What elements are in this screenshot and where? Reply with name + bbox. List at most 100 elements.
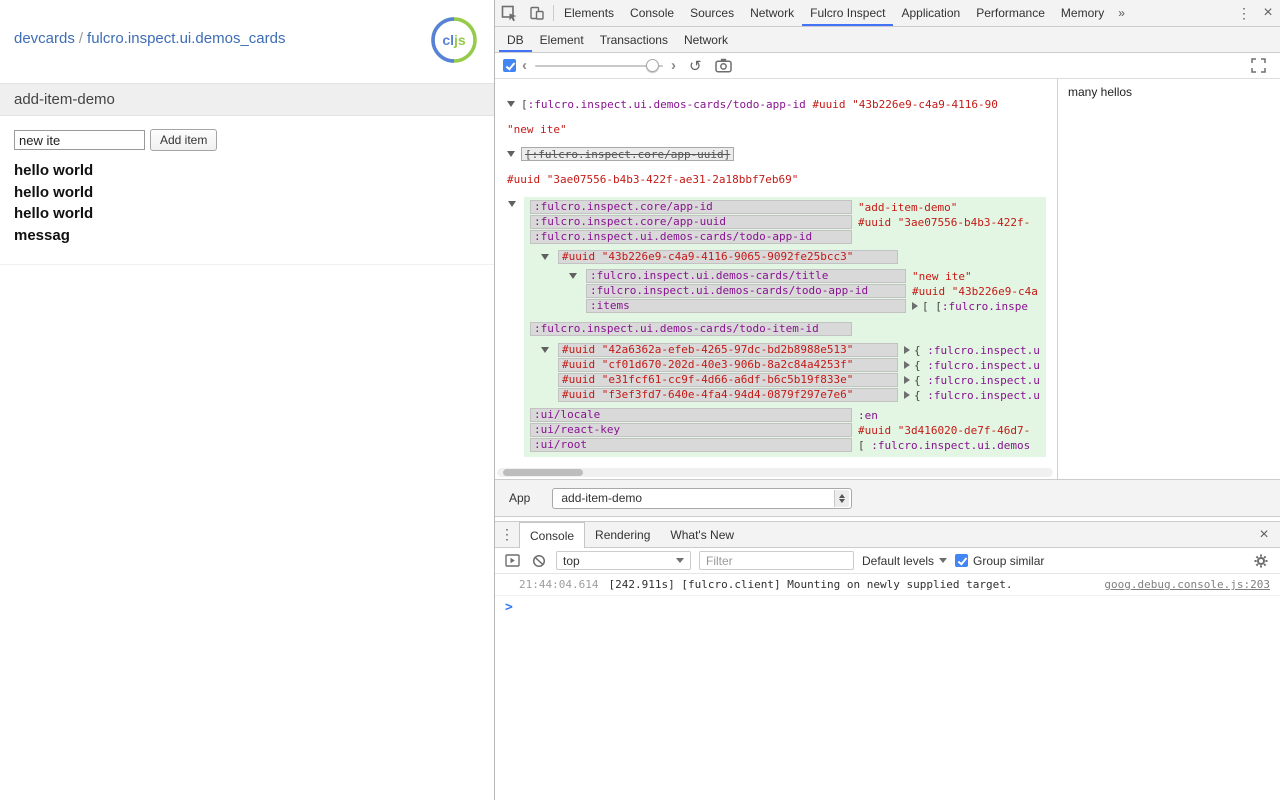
main-tab-sources[interactable]: Sources xyxy=(682,0,742,26)
drawer-tab-console[interactable]: Console xyxy=(519,522,585,548)
sub-tab-db[interactable]: DB xyxy=(499,27,532,52)
tree-table-row[interactable]: :fulcro.inspect.ui.demos-cards/title"new… xyxy=(524,269,1046,283)
disclosure-icon[interactable] xyxy=(541,254,549,260)
breadcrumb-current-link[interactable]: fulcro.inspect.ui.demos_cards xyxy=(87,30,285,47)
tree-key-cell[interactable]: :items xyxy=(586,299,906,313)
inspect-element-icon[interactable] xyxy=(495,0,523,26)
watch-checkbox[interactable] xyxy=(503,59,516,72)
tree-value-cell: [ [:fulcro.inspe xyxy=(912,300,1028,313)
disclosure-icon[interactable] xyxy=(507,101,515,107)
tree-table-row[interactable]: :fulcro.inspect.core/app-uuid #uuid "3ae0… xyxy=(524,215,1046,229)
tree-text: #uuid "3ae07556-b4b3-422f- xyxy=(858,216,1030,229)
main-tab-application[interactable]: Application xyxy=(893,0,968,26)
collapsed-disclosure-icon[interactable] xyxy=(904,346,910,354)
main-tab-elements[interactable]: Elements xyxy=(556,0,622,26)
collapsed-disclosure-icon[interactable] xyxy=(904,391,910,399)
tree-table-row[interactable]: :items [ [:fulcro.inspe xyxy=(524,299,1046,313)
new-item-input[interactable] xyxy=(14,130,145,150)
console-settings-icon[interactable] xyxy=(1254,554,1272,568)
screen: devcards/fulcro.inspect.ui.demos_cards c… xyxy=(0,0,1280,800)
tree-table-row[interactable]: :ui/react-key#uuid "3d416020-de7f-46d7- xyxy=(524,423,1046,437)
tree-key-cell[interactable]: :ui/react-key xyxy=(530,423,852,437)
disclosure-icon[interactable] xyxy=(541,347,549,353)
disclosure-icon[interactable] xyxy=(569,273,577,279)
collapsed-disclosure-icon[interactable] xyxy=(912,302,918,310)
scrollbar-thumb[interactable] xyxy=(503,469,583,476)
horizontal-scrollbar[interactable] xyxy=(497,468,1053,477)
tree-table-row[interactable]: :fulcro.inspect.ui.demos-cards/todo-item… xyxy=(524,322,1046,336)
console-filter-input[interactable] xyxy=(699,551,854,570)
more-tabs-button[interactable]: » xyxy=(1112,0,1131,26)
struck-ident: [:fulcro.inspect.core/app-uuid] xyxy=(521,147,734,161)
drawer-tab-rendering[interactable]: Rendering xyxy=(585,522,660,547)
clear-console-icon[interactable] xyxy=(530,554,548,568)
snapshot-camera-icon[interactable] xyxy=(709,58,738,73)
devtools-close-icon[interactable]: × xyxy=(1256,0,1280,26)
tree-key-cell[interactable]: #uuid "e31fcf61-cc9f-4d66-a6df-b6c5b19f8… xyxy=(558,373,898,387)
tree-table-row[interactable]: #uuid "42a6362a-efeb-4265-97dc-bd2b8988e… xyxy=(524,343,1046,357)
tree-table-row[interactable]: :fulcro.inspect.ui.demos-cards/todo-app-… xyxy=(524,230,1046,244)
console-prompt[interactable]: > xyxy=(495,596,1280,618)
group-similar-checkbox[interactable] xyxy=(955,554,968,567)
tree-key-cell[interactable]: :fulcro.inspect.ui.demos-cards/todo-item… xyxy=(530,322,852,336)
context-selector[interactable]: top xyxy=(556,551,691,570)
tree-key-cell[interactable]: :fulcro.inspect.ui.demos-cards/todo-app-… xyxy=(530,230,852,244)
collapsed-disclosure-icon[interactable] xyxy=(904,376,910,384)
main-tab-network[interactable]: Network xyxy=(742,0,802,26)
log-source-link[interactable]: goog.debug.console.js:203 xyxy=(1104,578,1270,591)
console-sidebar-icon[interactable] xyxy=(503,554,522,567)
drawer-close-icon[interactable]: × xyxy=(1252,522,1276,547)
sub-tab-element[interactable]: Element xyxy=(532,27,592,52)
sub-tab-network[interactable]: Network xyxy=(676,27,736,52)
console-empty-area[interactable] xyxy=(495,618,1280,800)
tree-table-row[interactable]: #uuid "cf01d670-202d-40e3-906b-8a2c84a42… xyxy=(524,358,1046,372)
tree-key-cell[interactable]: :fulcro.inspect.core/app-uuid xyxy=(530,215,852,229)
tree-key-cell[interactable]: #uuid "cf01d670-202d-40e3-906b-8a2c84a42… xyxy=(558,358,898,372)
history-slider[interactable] xyxy=(535,59,663,73)
devtools-menu-icon[interactable]: ⋮ xyxy=(1232,0,1256,26)
device-toolbar-icon[interactable] xyxy=(523,0,551,26)
main-tab-console[interactable]: Console xyxy=(622,0,682,26)
tree-table-row[interactable]: #uuid "43b226e9-c4a9-4116-9065-9092fe25b… xyxy=(524,250,1046,264)
tree-table-row[interactable]: :fulcro.inspect.core/app-id"add-item-dem… xyxy=(524,200,1046,214)
tree-key-cell[interactable]: #uuid "43b226e9-c4a9-4116-9065-9092fe25b… xyxy=(558,250,898,264)
tree-text: :ui/root xyxy=(534,438,587,451)
add-item-button[interactable]: Add item xyxy=(150,129,217,151)
log-levels-dropdown[interactable]: Default levels xyxy=(862,554,947,568)
tree-table-row[interactable]: :ui/locale:en xyxy=(524,408,1046,422)
main-tabbar: ElementsConsoleSourcesNetworkFulcro Insp… xyxy=(495,0,1280,27)
sub-tab-transactions[interactable]: Transactions xyxy=(592,27,676,52)
replay-icon[interactable]: ↺ xyxy=(682,57,709,75)
tree-text: :ui/locale xyxy=(534,408,600,421)
tree-text: :fulcro.inspect.u xyxy=(927,344,1040,357)
list-item: hello world xyxy=(14,182,480,204)
tree-table-row[interactable]: :ui/root[ :fulcro.inspect.ui.demos xyxy=(524,438,1046,452)
tree-key-cell[interactable]: :fulcro.inspect.ui.demos-cards/todo-app-… xyxy=(586,284,906,298)
tree-key-cell[interactable]: #uuid "f3ef3fd7-640e-4fa4-94d4-0879f297e… xyxy=(558,388,898,402)
group-similar-toggle[interactable]: Group similar xyxy=(955,554,1044,568)
tree-key-cell[interactable]: :ui/root xyxy=(530,438,852,452)
main-tab-memory[interactable]: Memory xyxy=(1053,0,1112,26)
collapsed-disclosure-icon[interactable] xyxy=(904,361,910,369)
breadcrumb-root-link[interactable]: devcards xyxy=(14,30,75,47)
slider-thumb[interactable] xyxy=(646,59,659,72)
main-tab-performance[interactable]: Performance xyxy=(968,0,1053,26)
tree-text: :fulcro.inspect.u xyxy=(927,389,1040,402)
disclosure-icon[interactable] xyxy=(507,151,515,157)
drawer-menu-icon[interactable]: ⋮ xyxy=(495,522,519,547)
fit-view-icon[interactable] xyxy=(1245,58,1272,73)
tree-table-row[interactable]: #uuid "f3ef3fd7-640e-4fa4-94d4-0879f297e… xyxy=(524,388,1046,402)
drawer-tab-what-s-new[interactable]: What's New xyxy=(660,522,744,547)
tree-root-disclosure-icon[interactable] xyxy=(508,201,516,207)
tree-table-row[interactable]: #uuid "e31fcf61-cc9f-4d66-a6df-b6c5b19f8… xyxy=(524,373,1046,387)
tree-table-row[interactable]: :fulcro.inspect.ui.demos-cards/todo-app-… xyxy=(524,284,1046,298)
tree-key-cell[interactable]: :fulcro.inspect.core/app-id xyxy=(530,200,852,214)
history-forward-icon[interactable]: › xyxy=(665,58,682,73)
tree-key-cell[interactable]: #uuid "42a6362a-efeb-4265-97dc-bd2b8988e… xyxy=(558,343,898,357)
tree-key-cell[interactable]: :ui/locale xyxy=(530,408,852,422)
app-select[interactable]: add-item-demo xyxy=(552,488,852,509)
history-back-icon[interactable]: ‹ xyxy=(516,58,533,73)
tree-key-cell[interactable]: :fulcro.inspect.ui.demos-cards/title xyxy=(586,269,906,283)
main-tab-fulcro-inspect[interactable]: Fulcro Inspect xyxy=(802,0,893,26)
tree-line: [:fulcro.inspect.ui.demos-cards/todo-app… xyxy=(503,97,1057,111)
